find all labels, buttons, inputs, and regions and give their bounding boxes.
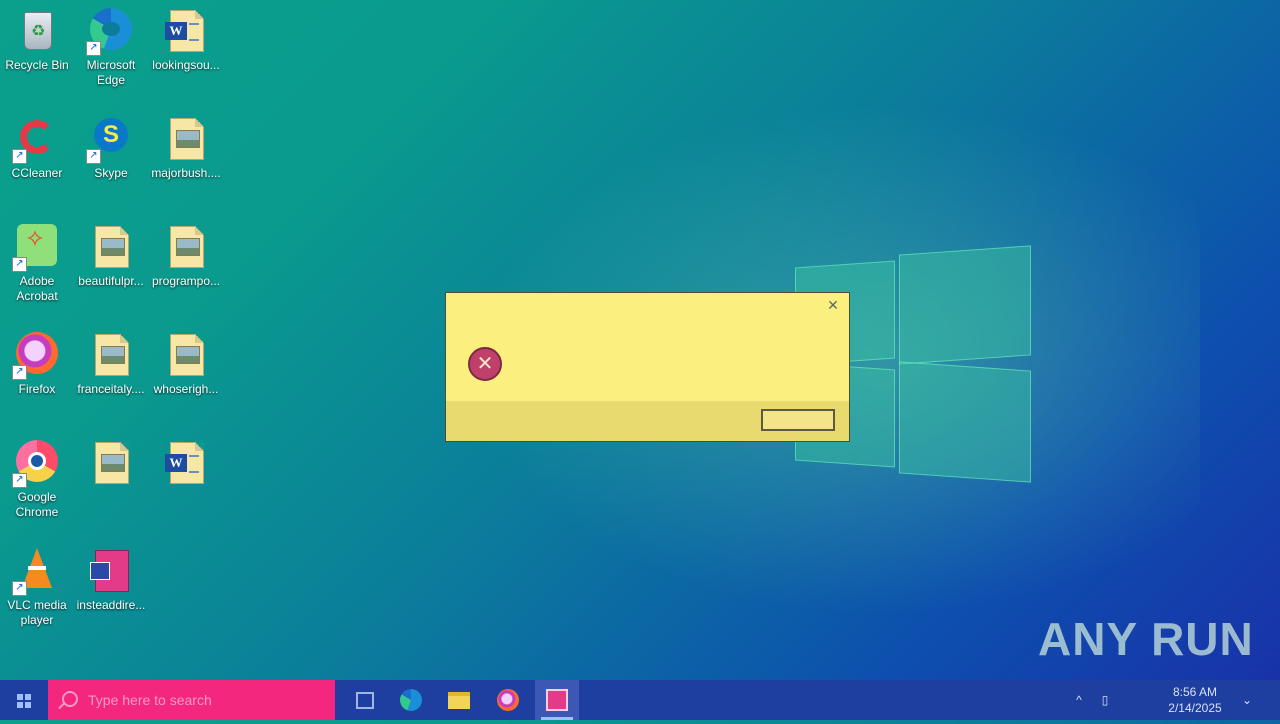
icon-label: Skype: [94, 166, 128, 180]
taskbar-firefox[interactable]: [486, 680, 530, 720]
icon-label: VLC media player: [7, 598, 67, 627]
notifications-chevron-icon[interactable]: ⌄: [1240, 680, 1254, 720]
taskbar: Type here to search ^ ▯ 8:56 AM 2/14/202…: [0, 680, 1280, 720]
firefox-icon: [497, 689, 519, 711]
skype-icon: S ↗: [86, 116, 134, 164]
edge-icon: ↗: [86, 8, 134, 56]
icon-label: Firefox: [18, 382, 56, 396]
firefox-icon: ↗: [12, 332, 60, 380]
folder-icon: [448, 692, 470, 709]
icon-label: Google Chrome: [15, 490, 59, 519]
icon-label: Microsoft Edge: [86, 58, 136, 87]
desktop-icon-majorbush[interactable]: majorbush....: [150, 112, 222, 181]
search-icon: [62, 691, 78, 707]
icon-label: Adobe Acrobat: [16, 274, 58, 303]
icon-label: CCleaner: [11, 166, 63, 180]
icon-label: majorbush....: [151, 166, 221, 180]
desktop-icon-image-file[interactable]: [75, 436, 147, 490]
desktop-icon-insteaddire[interactable]: insteaddire...: [75, 544, 147, 613]
task-view-button[interactable]: [345, 680, 383, 720]
desktop-icon-whoserigh[interactable]: whoserigh...: [150, 328, 222, 397]
word-document-icon: W: [163, 8, 209, 54]
clock-date: 2/14/2025: [1168, 701, 1222, 715]
close-icon[interactable]: ✕: [825, 297, 841, 313]
image-file-icon: [88, 440, 134, 486]
ok-button[interactable]: [761, 409, 835, 431]
taskbar-file-explorer[interactable]: [437, 680, 481, 720]
icon-label: lookingsou...: [152, 58, 220, 72]
desktop-icon-recycle-bin[interactable]: ♻ Recycle Bin: [1, 4, 73, 73]
word-document-icon: W: [163, 440, 209, 486]
search-box[interactable]: Type here to search: [48, 680, 335, 720]
recycle-bin-icon: ♻: [14, 8, 60, 54]
icon-label: beautifulpr...: [78, 274, 144, 288]
search-placeholder: Type here to search: [88, 692, 212, 708]
ccleaner-icon: ↗: [12, 116, 60, 164]
icon-label: programpo...: [151, 274, 221, 288]
app-window-icon: [546, 689, 568, 711]
desktop-icon-microsoft-edge[interactable]: ↗ Microsoft Edge: [75, 4, 147, 88]
icon-label: insteaddire...: [76, 598, 146, 612]
taskbar-edge[interactable]: [389, 680, 433, 720]
icon-label: franceitaly....: [77, 382, 145, 396]
icon-label: whoserigh...: [153, 382, 219, 396]
acrobat-icon: ⟡ ↗: [12, 224, 60, 272]
desktop-icon-skype[interactable]: S ↗ Skype: [75, 112, 147, 181]
task-view-icon: [356, 692, 374, 709]
start-button[interactable]: [0, 680, 48, 720]
desktop-icon-ccleaner[interactable]: ↗ CCleaner: [1, 112, 73, 181]
desktop-icon-google-chrome[interactable]: ↗ Google Chrome: [1, 436, 73, 520]
clock-time: 8:56 AM: [1172, 685, 1218, 699]
image-file-icon: [163, 332, 209, 378]
desktop-icon-programpo[interactable]: programpo...: [150, 220, 222, 289]
clock[interactable]: 8:56 AM 2/14/2025: [1150, 680, 1240, 724]
edge-icon: [400, 689, 422, 711]
image-file-icon: [163, 116, 209, 162]
image-file-icon: [88, 224, 134, 270]
desktop-icon-firefox[interactable]: ↗ Firefox: [1, 328, 73, 397]
error-dialog: ✕ ✕: [445, 292, 850, 442]
icon-label: Recycle Bin: [5, 58, 69, 72]
chevron-up-icon[interactable]: ^: [1070, 680, 1088, 720]
image-file-icon: [163, 224, 209, 270]
taskbar-running-app[interactable]: [535, 680, 579, 720]
desktop-icon-lookingsou[interactable]: W lookingsou...: [150, 4, 222, 73]
dialog-body: [446, 293, 849, 401]
chrome-icon: ↗: [12, 440, 60, 488]
anyrun-watermark: ANY RUN: [1038, 613, 1254, 665]
image-file-icon: [88, 332, 134, 378]
error-icon: ✕: [468, 347, 502, 381]
desktop-icon-franceitaly[interactable]: franceitaly....: [75, 328, 147, 397]
desktop-icon-adobe-acrobat[interactable]: ⟡ ↗ Adobe Acrobat: [1, 220, 73, 304]
desktop: ♻ Recycle Bin ↗ CCleaner ⟡ ↗ Adobe Acrob…: [0, 0, 1280, 680]
network-icon[interactable]: ▯: [1096, 680, 1114, 720]
exe-file-icon: [88, 548, 134, 594]
desktop-icon-vlc[interactable]: ↗ VLC media player: [1, 544, 73, 628]
desktop-icon-beautifulpr[interactable]: beautifulpr...: [75, 220, 147, 289]
vlc-icon: ↗: [12, 548, 60, 596]
windows-start-icon: [17, 694, 31, 708]
desktop-icon-word-document[interactable]: W: [150, 436, 222, 490]
